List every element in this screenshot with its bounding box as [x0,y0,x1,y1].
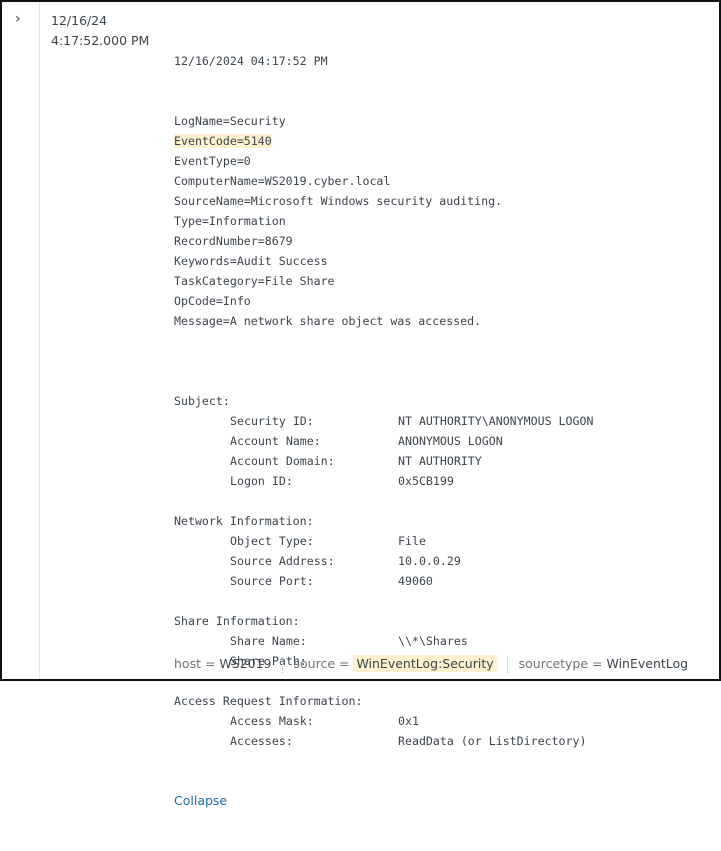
section-row: Account Name: ANONYMOUS LOGON [174,431,714,451]
event-field-line: ComputerName=WS2019.cyber.local [174,171,714,191]
event-field-line: SourceName=Microsoft Windows security au… [174,191,714,211]
section-title: Share Information: [174,614,300,628]
field-name-host: host [174,656,201,671]
event-field-line: EventCode=5140 [174,131,714,151]
field-separator [281,656,284,673]
section-value: NT AUTHORITY\ANONYMOUS LOGON [398,414,594,428]
event-timestamp: 12/16/24 4:17:52.000 PM [51,11,161,51]
event-field-line: Message=A network share object was acces… [174,311,714,331]
field-equals: = [588,656,607,671]
field-name-source: source [293,656,336,671]
section-value: \\*\Shares [398,634,468,648]
event-header-line: 12/16/2024 04:17:52 PM [174,54,328,68]
field-value-host[interactable]: WS2019 [219,656,271,671]
section-row: Object Type: File [174,531,714,551]
section-key: Accesses: [230,734,293,748]
expand-chevron-icon[interactable]: › [15,11,29,27]
section-row: Logon ID: 0x5CB199 [174,471,714,491]
field-name-sourcetype: sourcetype [518,656,589,671]
event-field-line: LogName=Security [174,111,714,131]
section-key: Account Domain: [230,454,335,468]
field-equals: = [200,656,220,671]
section-row: Security ID: NT AUTHORITY\ANONYMOUS LOGON [174,411,714,431]
section-value: 0x5CB199 [398,474,454,488]
section-key: Source Address: [230,554,335,568]
field-text: LogName=Security [174,114,286,128]
section-key: Source Port: [230,574,314,588]
field-value-sourcetype[interactable]: WinEventLog [606,656,688,671]
event-field-line: Keywords=Audit Success [174,251,714,271]
event-raw-text: 12/16/2024 04:17:52 PM LogName=Security E… [174,11,714,851]
section-title: Network Information: [174,514,314,528]
event-field-line: OpCode=Info [174,291,714,311]
section-value: 49060 [398,574,433,588]
field-equals: = [335,656,354,671]
field-text: TaskCategory=File Share [174,274,335,288]
section-value: ANONYMOUS LOGON [398,434,503,448]
field-text: Keywords=Audit Success [174,254,328,268]
event-time: 4:17:52.000 PM [51,33,150,48]
field-text: EventType=0 [174,154,251,168]
event-date: 12/16/24 [51,13,108,28]
section-row: Account Domain: NT AUTHORITY [174,451,714,471]
field-text: RecordNumber=8679 [174,234,293,248]
section-key: Account Name: [230,434,321,448]
field-text: OpCode=Info [174,294,251,308]
event-row: › 12/16/24 4:17:52.000 PM 12/16/2024 04:… [0,0,721,808]
section-row: Access Mask: 0x1 [174,711,714,731]
section-value: File [398,534,426,548]
eventcode-field[interactable]: EventCode=5140 [174,134,272,148]
section-row: Accesses: ReadData (or ListDirectory) [174,731,714,751]
section-value: NT AUTHORITY [398,454,482,468]
section-title: Access Request Information: [174,694,363,708]
field-text: Type=Information [174,214,286,228]
event-field-line: RecordNumber=8679 [174,231,714,251]
section-value: 10.0.0.29 [398,554,461,568]
event-field-line: EventType=0 [174,151,714,171]
section-row: Source Port: 49060 [174,571,714,591]
gutter-divider [39,2,40,679]
section-key: Share Name: [230,634,307,648]
section-key: Access Mask: [230,714,314,728]
section-key: Object Type: [230,534,314,548]
collapse-link[interactable]: Collapse [174,791,714,811]
section-title: Subject: [174,394,230,408]
section-key: Security ID: [230,414,314,428]
field-text: ComputerName=WS2019.cyber.local [174,174,391,188]
event-field-line: Type=Information [174,211,714,231]
selected-fields-bar: host = WS2019 source = WinEventLog:Securi… [174,654,688,674]
field-text: SourceName=Microsoft Windows security au… [174,194,503,208]
field-text: Message=A network share object was acces… [174,314,482,328]
section-row: Source Address: 10.0.0.29 [174,551,714,571]
event-field-line: TaskCategory=File Share [174,271,714,291]
section-key: Logon ID: [230,474,293,488]
section-value: 0x1 [398,714,419,728]
field-separator [506,656,509,673]
section-row: Share Name: \\*\Shares [174,631,714,651]
section-value: ReadData (or ListDirectory) [398,734,587,748]
field-value-source[interactable]: WinEventLog:Security [353,655,497,672]
